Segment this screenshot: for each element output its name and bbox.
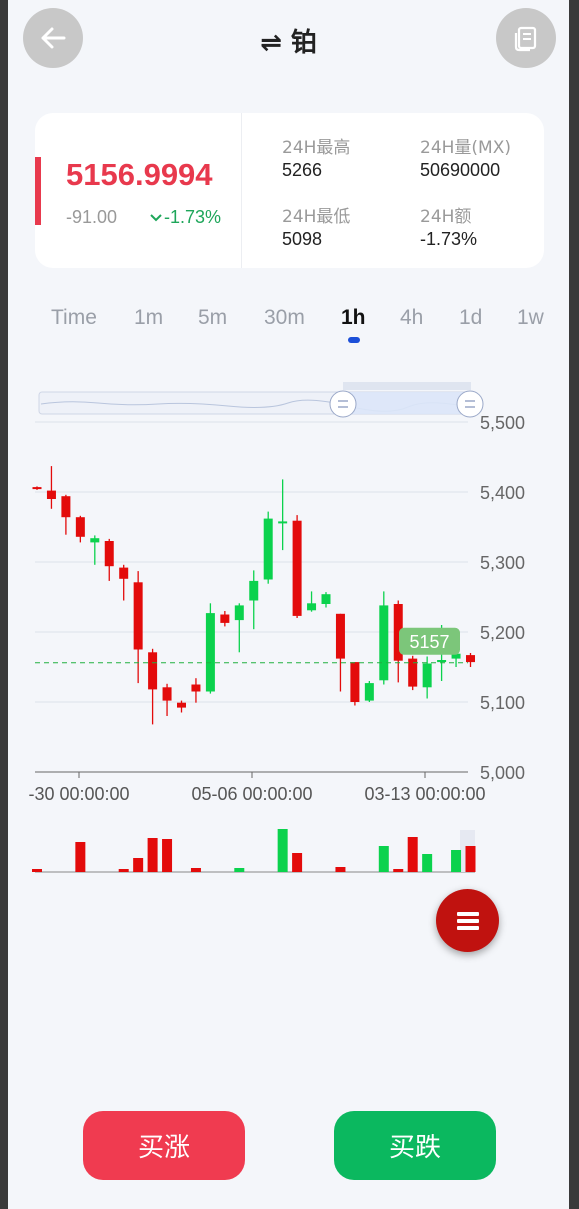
candle <box>321 592 331 608</box>
candle <box>350 662 360 706</box>
tab-5m[interactable]: 5m <box>198 306 227 330</box>
price-indicator-bar <box>35 157 41 225</box>
low-label: 24H最低 <box>282 207 351 227</box>
high-value: 5266 <box>282 160 323 180</box>
volume-bar <box>465 846 476 872</box>
price-summary-card: 5156.9994 -91.00 -1.73% 24H最高 5266 24H量(… <box>35 113 544 268</box>
candle <box>162 683 172 716</box>
volume-bar <box>190 868 201 872</box>
volume-bar <box>32 869 42 872</box>
amount-value: -1.73% <box>420 229 478 249</box>
candlestick-chart[interactable]: 5,500 5,400 5,300 5,200 5,100 5,000 -30 00:00… <box>8 370 569 890</box>
candle <box>61 494 71 535</box>
tab-1d[interactable]: 1d <box>459 306 482 330</box>
candle <box>32 486 42 490</box>
x-tick-label: -30 00:00:00 <box>28 784 129 804</box>
candle <box>220 611 230 627</box>
amount-label: 24H额 <box>420 207 472 227</box>
zoom-selected-window[interactable] <box>343 392 471 414</box>
candle <box>191 678 201 703</box>
candle <box>408 655 418 691</box>
volume-value: 50690000 <box>420 160 501 180</box>
volume-bar <box>118 869 129 872</box>
volume-bar <box>422 854 433 872</box>
card-divider <box>241 113 242 268</box>
candle <box>205 603 215 694</box>
candle <box>104 538 114 581</box>
tab-time[interactable]: Time <box>51 306 97 330</box>
y-tick-label: 5,500 <box>480 413 525 433</box>
candle <box>234 603 244 653</box>
candle <box>335 613 345 692</box>
page-title: ⇌ 铂 <box>260 28 317 58</box>
candle <box>46 466 56 509</box>
tab-4h[interactable]: 4h <box>400 306 423 330</box>
candle <box>119 564 129 601</box>
candle <box>75 515 85 543</box>
buy-down-button[interactable]: 买跌 <box>334 1111 496 1180</box>
zoom-drag-bar[interactable] <box>343 382 471 390</box>
price-change-percent: -1.73% <box>150 207 221 228</box>
volume-bar <box>451 850 462 872</box>
candle <box>90 535 100 565</box>
active-tab-indicator <box>348 337 360 343</box>
y-tick-label: 5,000 <box>480 763 525 783</box>
candle <box>263 511 273 584</box>
volume-bar <box>292 853 303 872</box>
volume-bar <box>393 869 404 872</box>
volume-bar <box>277 829 288 872</box>
candle <box>292 515 302 618</box>
last-price-badge-label: 5157 <box>409 632 449 652</box>
volume-bar <box>234 868 245 872</box>
buy-up-button[interactable]: 买涨 <box>83 1111 245 1180</box>
x-tick-label: 05-06 00:00:00 <box>191 784 312 804</box>
price-change-absolute: -91.00 <box>66 207 118 227</box>
y-tick-label: 5,300 <box>480 553 525 573</box>
candle <box>364 681 374 702</box>
page: ⇌ 铂 5156.9994 -91.00 -1.73% 24H最高 5266 2… <box>8 0 569 1209</box>
tab-1w[interactable]: 1w <box>517 306 544 330</box>
tab-30m[interactable]: 30m <box>264 306 305 330</box>
data-zoom-slider[interactable] <box>38 382 484 418</box>
interval-tabs: Time 1m 5m 30m 1h 4h 1d 1w <box>8 300 569 350</box>
volume-bar <box>162 839 173 872</box>
volume-bar <box>75 842 86 872</box>
volume-bar <box>335 867 346 872</box>
y-tick-label: 5,200 <box>480 623 525 643</box>
tab-1m[interactable]: 1m <box>134 306 163 330</box>
volume-bar <box>147 838 158 872</box>
y-tick-label: 5,400 <box>480 483 525 503</box>
high-label: 24H最高 <box>282 138 351 158</box>
menu-icon <box>456 911 479 930</box>
price-change-percent-value: -1.73% <box>164 207 222 227</box>
candle <box>307 591 317 612</box>
volume-label: 24H量(MX) <box>420 138 511 158</box>
low-value: 5098 <box>282 229 323 249</box>
tab-1h[interactable]: 1h <box>341 306 366 330</box>
volume-bar <box>133 858 144 872</box>
chevron-down-icon <box>150 214 162 222</box>
candle <box>379 591 389 685</box>
current-price: 5156.9994 <box>66 157 213 192</box>
document-icon <box>514 26 537 52</box>
x-tick-label: 03-13 00:00:00 <box>364 784 485 804</box>
menu-fab-button[interactable] <box>436 889 499 952</box>
candle <box>148 648 158 725</box>
document-button[interactable] <box>496 8 556 68</box>
candle <box>249 570 259 630</box>
zoom-handle-left[interactable] <box>329 390 357 418</box>
y-tick-label: 5,100 <box>480 693 525 713</box>
candle <box>278 479 288 551</box>
candle <box>466 653 475 667</box>
candle <box>133 571 143 684</box>
volume-bar <box>407 837 418 872</box>
volume-bar <box>378 846 389 872</box>
